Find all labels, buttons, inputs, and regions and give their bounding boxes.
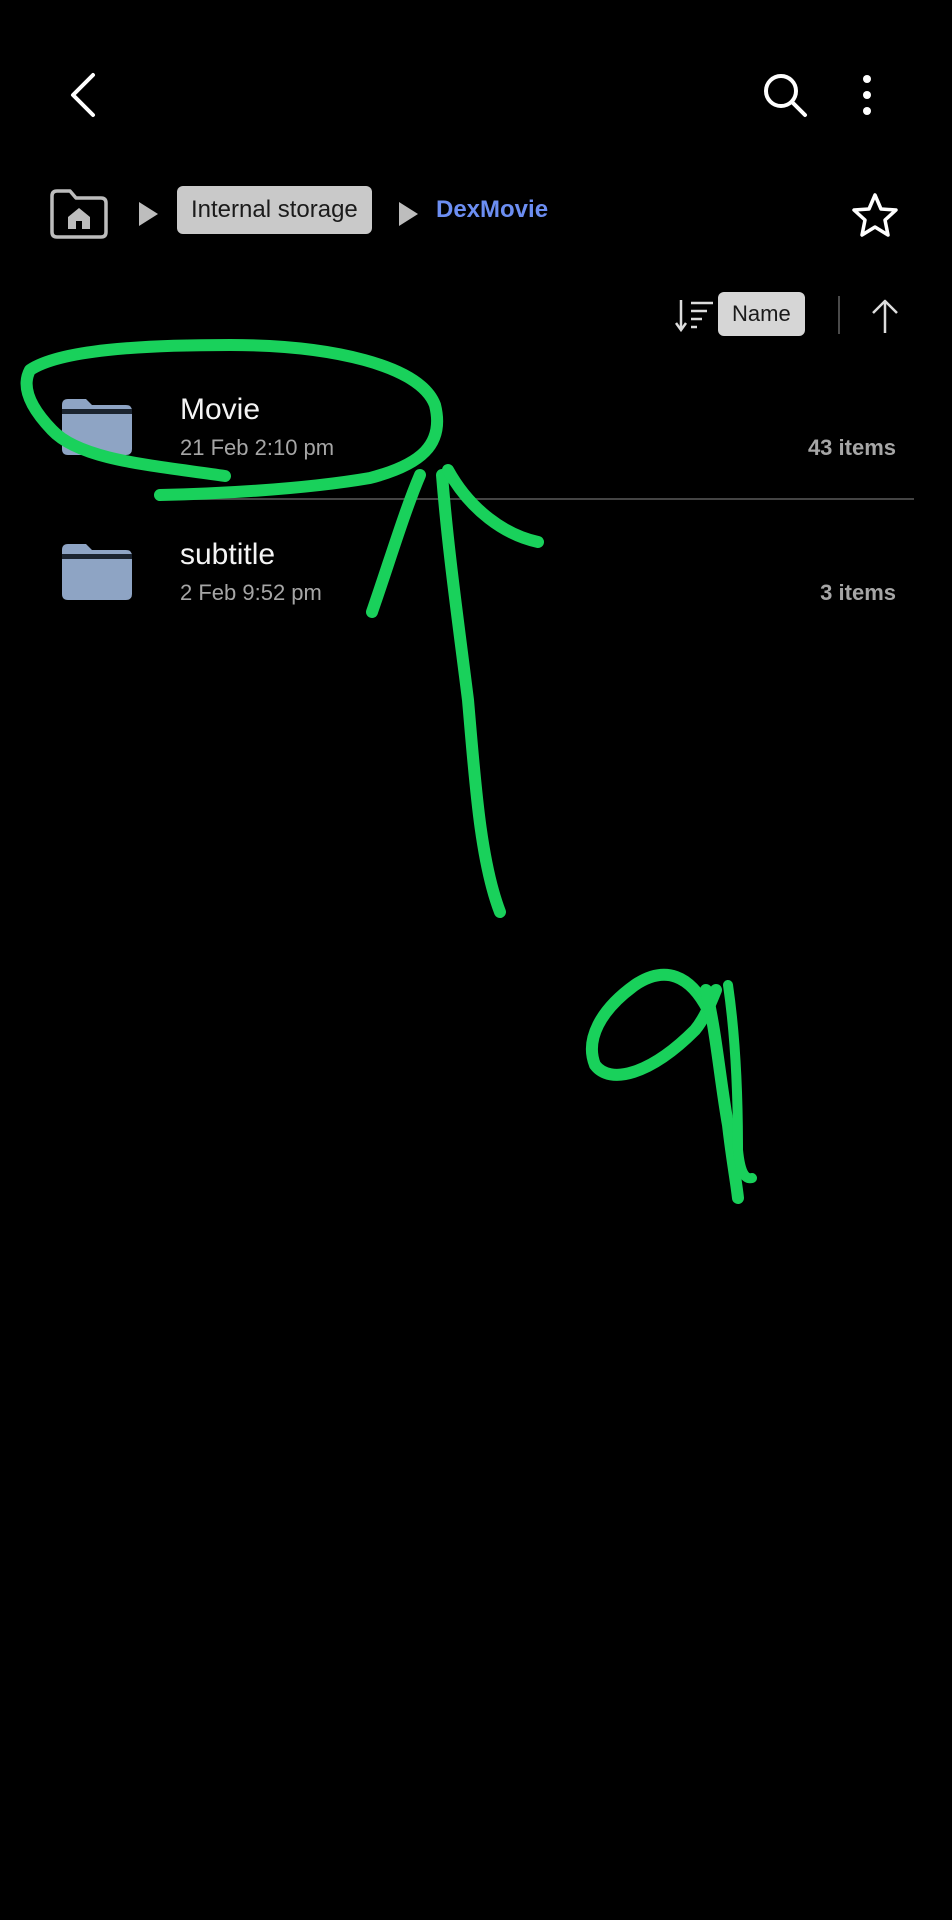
star-outline-icon — [852, 193, 898, 237]
arrow-up-icon — [872, 299, 898, 333]
search-icon — [764, 74, 807, 117]
sort-button[interactable] — [674, 294, 716, 336]
divider — [838, 296, 840, 334]
home-button[interactable] — [48, 188, 110, 240]
app-bar — [0, 0, 952, 190]
home-folder-icon — [50, 189, 108, 239]
folder-row-subtitle[interactable]: subtitle 2 Feb 9:52 pm 3 items — [0, 500, 952, 645]
folder-row-movie[interactable]: Movie 21 Feb 2:10 pm 43 items — [0, 355, 952, 500]
breadcrumb-item-internal-storage[interactable]: Internal storage — [177, 186, 372, 234]
search-button[interactable] — [750, 60, 820, 130]
item-count: 43 items — [807, 435, 896, 460]
sort-direction-button[interactable] — [864, 292, 906, 340]
breadcrumb-item-current: DexMovie — [436, 196, 549, 223]
favorite-button[interactable] — [842, 182, 908, 248]
breadcrumb: Internal storage DexMovie — [48, 186, 648, 240]
sort-bar: Name — [0, 286, 952, 346]
file-list: Movie 21 Feb 2:10 pm 43 items subtitle 2… — [0, 355, 952, 645]
sort-icon — [675, 300, 713, 333]
chevron-left-icon — [71, 73, 95, 117]
annotation-digit-stem — [700, 984, 744, 1204]
folder-icon — [62, 399, 132, 455]
file-manager-screen: Internal storage DexMovie Name Movie 21 … — [0, 0, 952, 1920]
more-vertical-icon — [863, 75, 871, 115]
sort-by-name-chip[interactable]: Name — [718, 292, 805, 336]
annotation-digit-loop — [585, 968, 722, 1081]
file-date: 21 Feb 2:10 pm — [180, 435, 335, 460]
item-count: 3 items — [820, 580, 896, 605]
file-date: 2 Feb 9:52 pm — [180, 580, 322, 605]
breadcrumb-separator-icon — [136, 200, 160, 228]
breadcrumb-separator-icon — [396, 200, 420, 228]
more-options-button[interactable] — [832, 60, 902, 130]
folder-icon — [62, 544, 132, 600]
back-button[interactable] — [48, 60, 118, 130]
file-name: Movie — [180, 393, 261, 426]
file-name: subtitle — [180, 538, 276, 571]
